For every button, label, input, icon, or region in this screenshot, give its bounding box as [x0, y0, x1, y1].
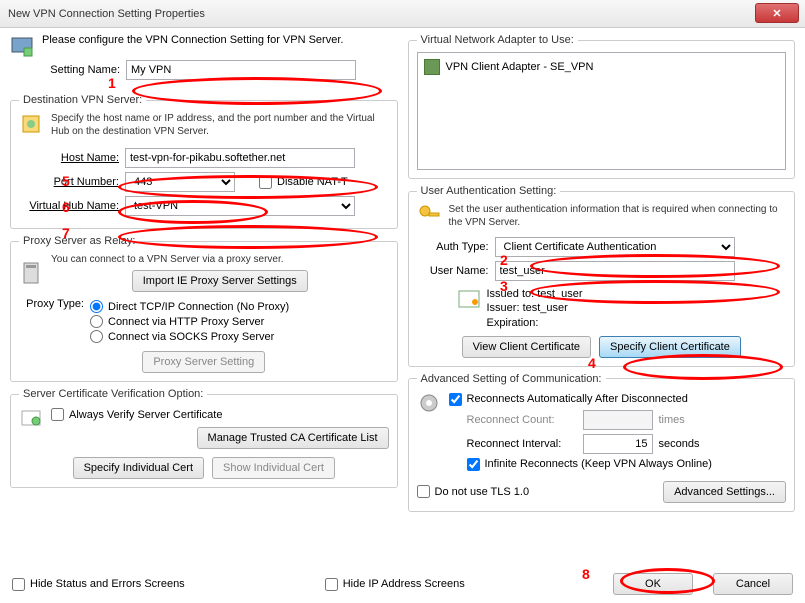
window-title: New VPN Connection Setting Properties: [8, 8, 205, 20]
hub-label: Virtual Hub Name:: [19, 200, 119, 212]
cert-issuer: Issuer: test_user: [487, 301, 583, 315]
auth-legend: User Authentication Setting:: [417, 185, 561, 197]
specify-cert-button[interactable]: Specify Individual Cert: [73, 457, 204, 479]
close-icon: ✕: [772, 7, 781, 20]
no-tls-checkbox[interactable]: [417, 485, 430, 498]
hide-ip-label: Hide IP Address Screens: [343, 578, 465, 590]
proxy-legend: Proxy Server as Relay:: [19, 235, 139, 247]
nat-label: Disable NAT-T: [277, 176, 348, 188]
adapter-list[interactable]: VPN Client Adapter - SE_VPN: [417, 52, 787, 170]
reconnect-count-unit: times: [659, 414, 685, 426]
reconnect-auto-checkbox[interactable]: [449, 393, 462, 406]
hide-ip-checkbox[interactable]: [325, 578, 338, 591]
advanced-group: Advanced Setting of Communication: Recon…: [408, 373, 796, 512]
nat-checkbox[interactable]: [259, 176, 272, 189]
adapter-legend: Virtual Network Adapter to Use:: [417, 34, 578, 46]
advanced-legend: Advanced Setting of Communication:: [417, 373, 606, 385]
cert-verify-group: Server Certificate Verification Option: …: [10, 388, 398, 488]
proxy-setting-button: Proxy Server Setting: [142, 351, 265, 373]
hub-select[interactable]: test-VPN: [125, 196, 355, 216]
port-label: Port Number:: [19, 176, 119, 188]
ok-button[interactable]: OK: [613, 573, 693, 595]
titlebar: New VPN Connection Setting Properties ✕: [0, 0, 805, 28]
cancel-button[interactable]: Cancel: [713, 573, 793, 595]
proxy-type-label: Proxy Type:: [19, 298, 84, 345]
auth-note: Set the user authentication information …: [449, 203, 787, 229]
port-select[interactable]: 443: [125, 172, 235, 192]
proxy-http-label: Connect via HTTP Proxy Server: [108, 316, 264, 328]
adapter-icon: [424, 59, 440, 75]
reconnect-auto-label: Reconnects Automatically After Disconnec…: [467, 393, 688, 405]
host-label: Host Name:: [19, 152, 119, 164]
intro-text: Please configure the VPN Connection Sett…: [42, 34, 356, 46]
auth-type-label: Auth Type:: [417, 241, 489, 253]
proxy-http-radio[interactable]: [90, 315, 103, 328]
server-icon: [19, 112, 43, 136]
proxy-direct-label: Direct TCP/IP Connection (No Proxy): [108, 301, 289, 313]
infinite-label: Infinite Reconnects (Keep VPN Always Onl…: [485, 458, 712, 470]
advanced-settings-button[interactable]: Advanced Settings...: [663, 481, 786, 503]
user-name-label: User Name:: [417, 265, 489, 277]
host-input[interactable]: [125, 148, 355, 168]
no-tls-label: Do not use TLS 1.0: [435, 486, 530, 498]
auth-type-select[interactable]: Client Certificate Authentication: [495, 237, 735, 257]
reconnect-interval-input[interactable]: [583, 434, 653, 454]
manage-ca-button[interactable]: Manage Trusted CA Certificate List: [197, 427, 389, 449]
destination-legend: Destination VPN Server:: [19, 94, 146, 106]
vpn-icon: [10, 34, 34, 58]
user-name-input[interactable]: [495, 261, 735, 281]
always-verify-label: Always Verify Server Certificate: [69, 409, 222, 421]
setting-name-label: Setting Name:: [42, 64, 120, 76]
reconnect-interval-unit: seconds: [659, 438, 700, 450]
specify-client-cert-button[interactable]: Specify Client Certificate: [599, 336, 741, 358]
setting-name-input[interactable]: [126, 60, 356, 80]
cert-icon: [19, 406, 43, 430]
proxy-icon: [19, 261, 43, 285]
cert-expiration: Expiration:: [487, 316, 583, 330]
auth-group: User Authentication Setting: Set the use…: [408, 185, 796, 367]
client-cert-icon: [457, 287, 481, 311]
gear-icon: [417, 391, 441, 415]
close-button[interactable]: ✕: [755, 3, 799, 23]
import-ie-button[interactable]: Import IE Proxy Server Settings: [132, 270, 308, 292]
destination-group: Destination VPN Server: Specify the host…: [10, 94, 398, 229]
key-icon: [417, 203, 441, 227]
hide-status-checkbox[interactable]: [12, 578, 25, 591]
proxy-group: Proxy Server as Relay: You can connect t…: [10, 235, 398, 382]
show-cert-button: Show Individual Cert: [212, 457, 335, 479]
proxy-direct-radio[interactable]: [90, 300, 103, 313]
always-verify-checkbox[interactable]: [51, 408, 64, 421]
infinite-checkbox[interactable]: [467, 458, 480, 471]
proxy-socks-label: Connect via SOCKS Proxy Server: [108, 331, 274, 343]
destination-note: Specify the host name or IP address, and…: [51, 112, 389, 138]
proxy-note: You can connect to a VPN Server via a pr…: [51, 253, 389, 266]
adapter-group: Virtual Network Adapter to Use: VPN Clie…: [408, 34, 796, 179]
proxy-socks-radio[interactable]: [90, 330, 103, 343]
view-client-cert-button[interactable]: View Client Certificate: [462, 336, 591, 358]
reconnect-interval-label: Reconnect Interval:: [467, 438, 577, 450]
adapter-item[interactable]: VPN Client Adapter - SE_VPN: [422, 57, 782, 77]
cert-verify-legend: Server Certificate Verification Option:: [19, 388, 207, 400]
reconnect-count-label: Reconnect Count:: [467, 414, 577, 426]
reconnect-count-input: [583, 410, 653, 430]
cert-issued-to: Issued to: test_user: [487, 287, 583, 301]
hide-status-label: Hide Status and Errors Screens: [30, 578, 185, 590]
adapter-item-label: VPN Client Adapter - SE_VPN: [446, 61, 594, 73]
